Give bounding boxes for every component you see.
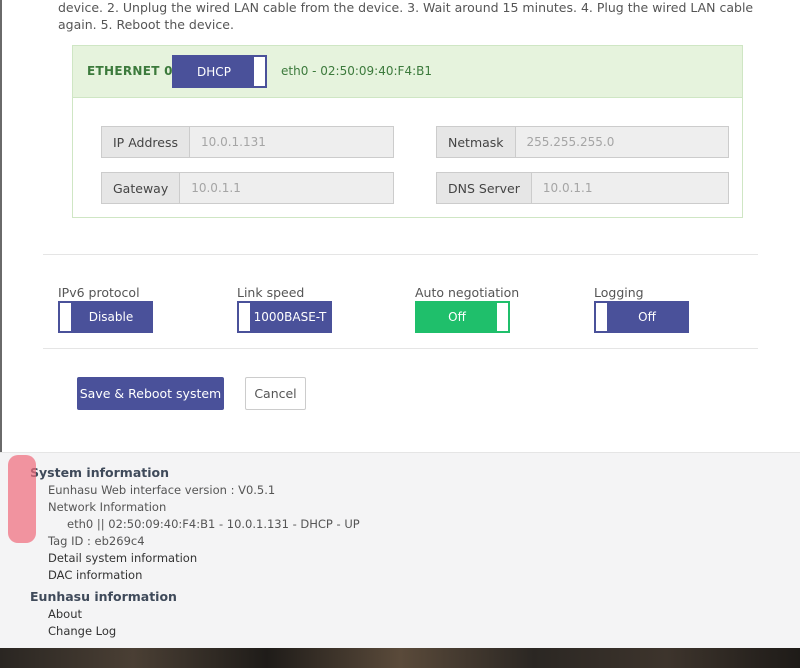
ipv6-toggle-label: Disable	[88, 310, 134, 324]
auto-negotiation-toggle-label: Off	[448, 310, 466, 324]
system-info-title: System information	[30, 465, 170, 480]
link-speed-toggle-label: 1000BASE-T	[253, 310, 327, 324]
ethernet-card-header: ETHERNET 0 DHCP eth0 - 02:50:09:40:F4:B1	[73, 46, 742, 98]
cancel-button[interactable]: Cancel	[245, 377, 306, 410]
section-divider	[43, 348, 758, 349]
ip-address-input[interactable]: 10.0.1.131	[190, 127, 393, 157]
save-reboot-button[interactable]: Save & Reboot system	[77, 377, 224, 410]
toggle-knob	[60, 303, 71, 331]
dac-info-link[interactable]: DAC information	[48, 568, 142, 582]
logging-toggle-label: Off	[638, 310, 656, 324]
logging-label: Logging	[594, 285, 644, 300]
dns-server-label: DNS Server	[437, 173, 532, 203]
dns-server-input[interactable]: 10.0.1.1	[532, 173, 728, 203]
gateway-label: Gateway	[102, 173, 181, 203]
netmask-input[interactable]: 255.255.255.0	[516, 127, 728, 157]
toggle-knob	[254, 57, 265, 86]
netmask-field[interactable]: Netmask 255.255.255.0	[436, 126, 729, 158]
gateway-field[interactable]: Gateway 10.0.1.1	[101, 172, 394, 204]
tag-id: Tag ID : eb269c4	[48, 534, 145, 548]
network-info-label: Network Information	[48, 500, 167, 514]
netmask-label: Netmask	[437, 127, 516, 157]
network-info-detail: eth0 || 02:50:09:40:F4:B1 - 10.0.1.131 -…	[67, 517, 360, 531]
logging-toggle[interactable]: Off	[594, 301, 689, 333]
gateway-input[interactable]: 10.0.1.1	[180, 173, 393, 203]
eunhasu-info-title: Eunhasu information	[30, 589, 177, 604]
system-info-section: System information Eunhasu Web interface…	[0, 452, 800, 649]
toggle-knob	[596, 303, 607, 331]
window-edge	[0, 0, 2, 452]
background-strip	[0, 648, 800, 668]
ethernet-title: ETHERNET 0	[87, 64, 173, 78]
dns-server-field[interactable]: DNS Server 10.0.1.1	[436, 172, 729, 204]
auto-negotiation-label: Auto negotiation	[415, 285, 520, 300]
toggle-knob	[497, 303, 508, 331]
ethernet-mac-info: eth0 - 02:50:09:40:F4:B1	[281, 64, 432, 78]
ethernet-card: ETHERNET 0 DHCP eth0 - 02:50:09:40:F4:B1…	[72, 45, 743, 218]
reset-instructions: device. 2. Unplug the wired LAN cable fr…	[58, 0, 754, 32]
section-divider	[43, 254, 758, 255]
link-speed-toggle[interactable]: 1000BASE-T	[237, 301, 332, 333]
link-speed-label: Link speed	[237, 285, 305, 300]
auto-negotiation-toggle[interactable]: Off	[415, 301, 510, 333]
ipv6-toggle[interactable]: Disable	[58, 301, 153, 333]
dhcp-toggle-label: DHCP	[197, 64, 231, 79]
ipv6-label: IPv6 protocol	[58, 285, 140, 300]
ip-address-field[interactable]: IP Address 10.0.1.131	[101, 126, 394, 158]
changelog-link[interactable]: Change Log	[48, 624, 116, 638]
ip-address-label: IP Address	[102, 127, 190, 157]
toggle-knob	[239, 303, 250, 331]
web-interface-version: Eunhasu Web interface version : V0.5.1	[48, 483, 276, 497]
annotation-highlight	[8, 455, 36, 543]
about-link[interactable]: About	[48, 607, 82, 621]
detail-system-info-link[interactable]: Detail system information	[48, 551, 197, 565]
dhcp-toggle[interactable]: DHCP	[172, 55, 267, 88]
